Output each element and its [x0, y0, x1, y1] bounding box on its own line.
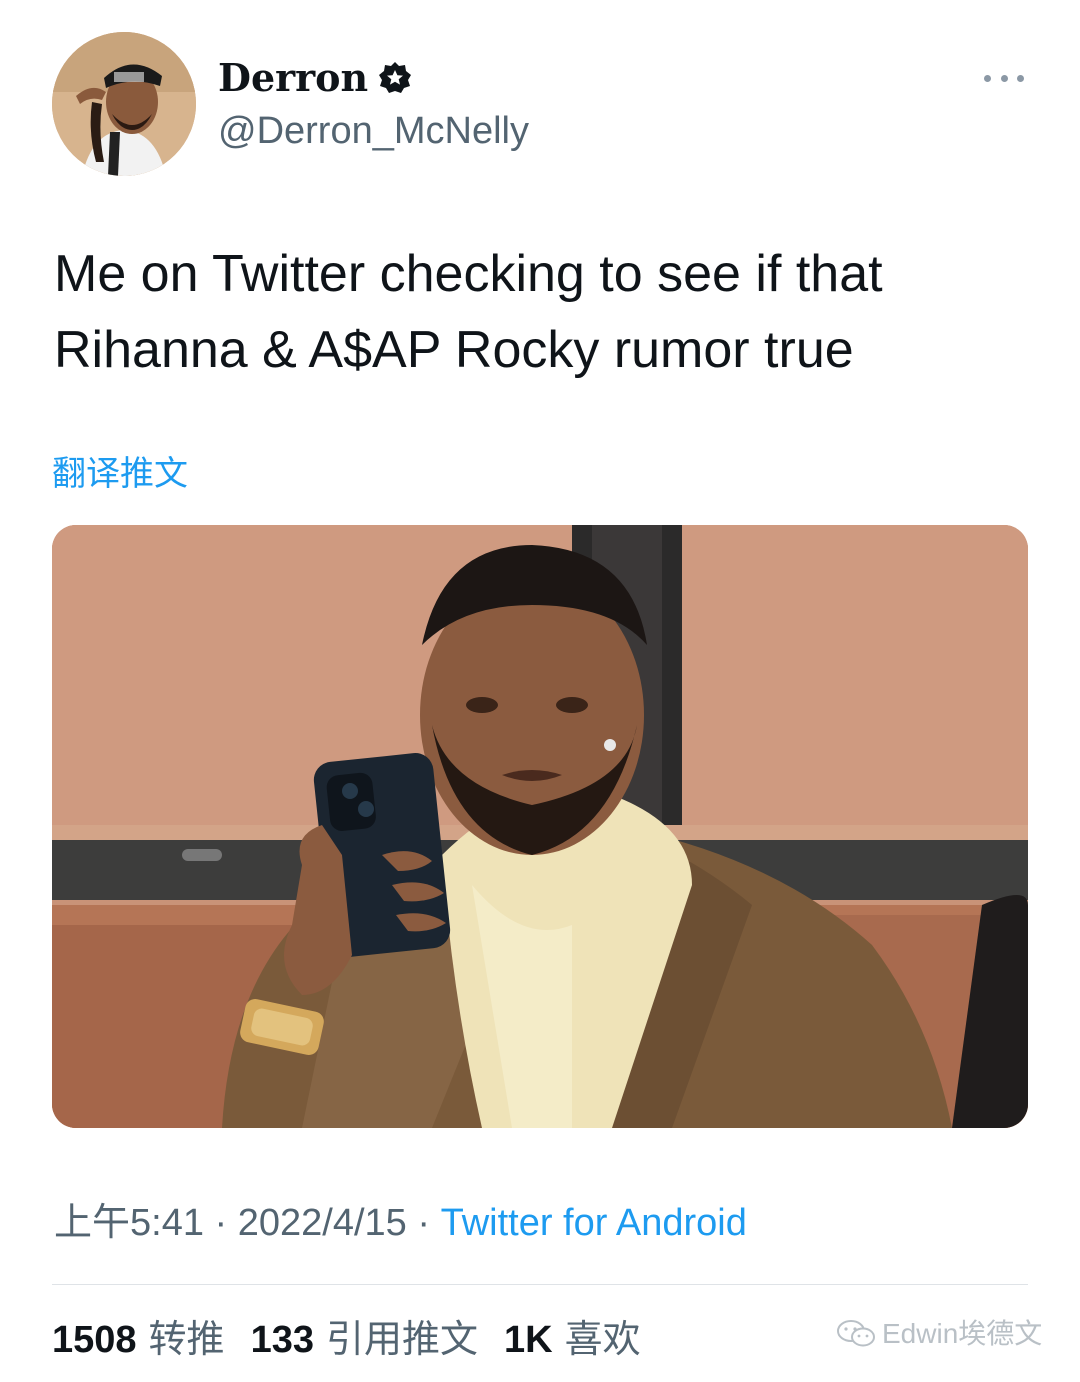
retweets-count[interactable]: 1508 — [52, 1314, 137, 1366]
author-handle[interactable]: @Derron_McNelly — [218, 108, 529, 154]
quotes-count[interactable]: 133 — [251, 1314, 314, 1366]
tweet-card: Derron @Derron_McNelly Me on Twitter che… — [0, 0, 1080, 1382]
dot-icon — [984, 74, 991, 82]
tweet-media-image[interactable] — [52, 525, 1028, 1128]
quotes-label[interactable]: 引用推文 — [326, 1314, 478, 1366]
display-name-text: Derron — [218, 55, 369, 100]
tweet-stats: 1508 转推 133 引用推文 1K 喜欢 — [52, 1314, 667, 1366]
more-options-icon[interactable] — [984, 66, 1024, 90]
user-avatar[interactable] — [52, 32, 196, 176]
meta-separator: · — [406, 1202, 441, 1244]
retweets-label[interactable]: 转推 — [149, 1314, 225, 1366]
divider — [52, 1284, 1028, 1285]
tweet-date[interactable]: 2022/4/15 — [238, 1202, 407, 1244]
watermark: Edwin埃德文 — [836, 1316, 1042, 1352]
wechat-icon — [837, 1320, 875, 1347]
dot-icon — [1017, 74, 1024, 82]
tweet-time[interactable]: 上午5:41 — [54, 1202, 204, 1244]
dot-icon — [1000, 74, 1008, 82]
avatar-photo-icon — [52, 32, 196, 176]
watermark-text: Edwin埃德文 — [882, 1318, 1043, 1349]
tweet-text: Me on Twitter checking to see if that Ri… — [54, 245, 883, 379]
verified-badge-icon — [379, 62, 412, 93]
tweet-source-link[interactable]: Twitter for Android — [441, 1202, 747, 1244]
likes-count[interactable]: 1K — [504, 1314, 553, 1366]
meta-separator: · — [203, 1202, 238, 1244]
tweet-meta: 上午5:41 · 2022/4/15 · Twitter for Android — [54, 1198, 747, 1248]
author-display-name[interactable]: Derron — [218, 52, 412, 104]
likes-label[interactable]: 喜欢 — [565, 1314, 641, 1366]
man-checking-phone-photo-icon — [52, 525, 1028, 1128]
translate-tweet-link[interactable]: 翻译推文 — [52, 452, 188, 496]
